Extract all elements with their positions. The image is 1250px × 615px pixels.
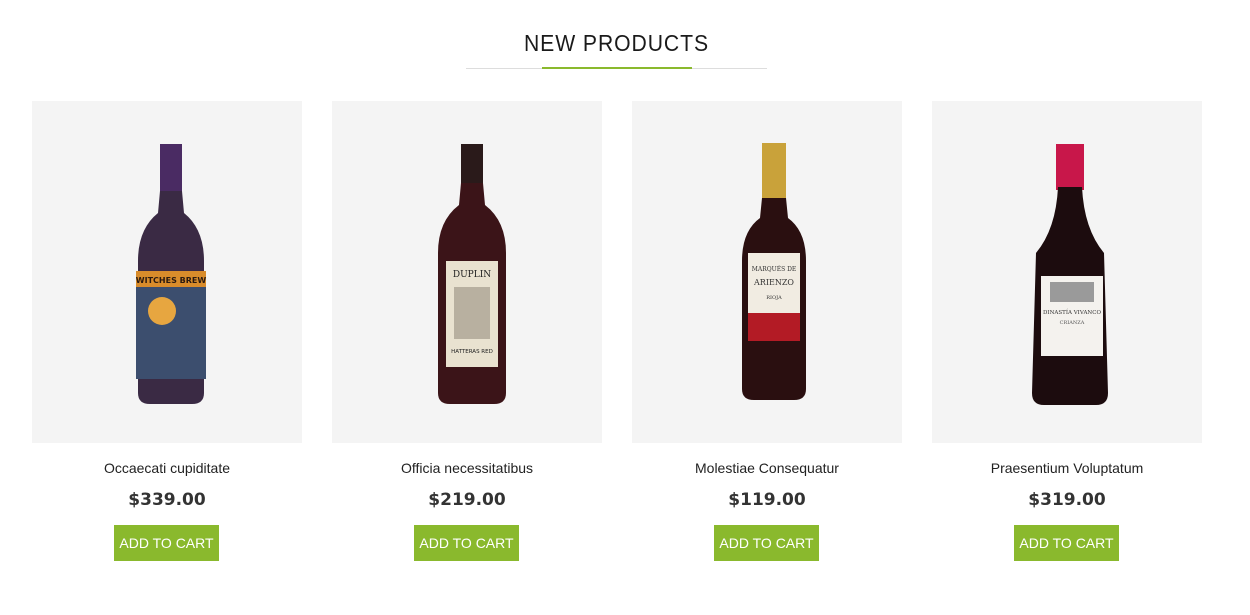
product-price: $339.00 — [128, 490, 206, 510]
product-card: DUPLIN HATTERAS RED Officia necessitatib… — [332, 101, 602, 571]
add-to-cart-button[interactable]: ADD TO CART — [714, 525, 819, 561]
product-image[interactable]: WITCHES BREW — [32, 101, 302, 443]
svg-text:MARQUÉS DE: MARQUÉS DE — [752, 265, 797, 273]
product-image[interactable]: DINASTÍA VIVANCO CRIANZA — [932, 101, 1202, 443]
product-card: WITCHES BREW Occaecati cupiditate $339.0… — [32, 101, 302, 571]
product-name[interactable]: Molestiae Consequatur — [632, 460, 902, 476]
product-name[interactable]: Praesentium Voluptatum — [932, 460, 1202, 476]
add-to-cart-button[interactable]: ADD TO CART — [1014, 525, 1119, 561]
product-image[interactable]: MARQUÉS DE ARIENZO RIOJA — [632, 101, 902, 443]
svg-text:WITCHES BREW: WITCHES BREW — [136, 276, 207, 285]
product-grid: WITCHES BREW Occaecati cupiditate $339.0… — [32, 101, 1202, 571]
svg-text:RIOJA: RIOJA — [766, 295, 782, 301]
product-image[interactable]: DUPLIN HATTERAS RED — [332, 101, 602, 443]
product-price: $219.00 — [428, 490, 506, 510]
svg-text:DUPLIN: DUPLIN — [453, 270, 491, 280]
product-card: MARQUÉS DE ARIENZO RIOJA Molestiae Conse… — [632, 101, 902, 571]
wine-bottle-icon: DINASTÍA VIVANCO CRIANZA — [1032, 144, 1108, 405]
wine-bottle-icon: WITCHES BREW — [136, 144, 207, 404]
product-name[interactable]: Officia necessitatibus — [332, 460, 602, 476]
wine-bottle-icon: DUPLIN HATTERAS RED — [438, 144, 506, 404]
add-to-cart-button[interactable]: ADD TO CART — [114, 525, 219, 561]
product-card: DINASTÍA VIVANCO CRIANZA Praesentium Vol… — [932, 101, 1202, 571]
svg-text:ARIENZO: ARIENZO — [753, 278, 794, 287]
wine-bottle-icon: MARQUÉS DE ARIENZO RIOJA — [742, 143, 806, 400]
svg-text:CRIANZA: CRIANZA — [1060, 320, 1085, 326]
add-to-cart-button[interactable]: ADD TO CART — [414, 525, 519, 561]
product-name[interactable]: Occaecati cupiditate — [32, 460, 302, 476]
svg-text:HATTERAS RED: HATTERAS RED — [451, 349, 493, 355]
section-title: NEW PRODUCTS — [523, 30, 710, 56]
product-price: $119.00 — [728, 490, 806, 510]
title-accent-bar — [542, 67, 692, 69]
svg-text:DINASTÍA VIVANCO: DINASTÍA VIVANCO — [1043, 309, 1101, 316]
product-price: $319.00 — [1028, 490, 1106, 510]
